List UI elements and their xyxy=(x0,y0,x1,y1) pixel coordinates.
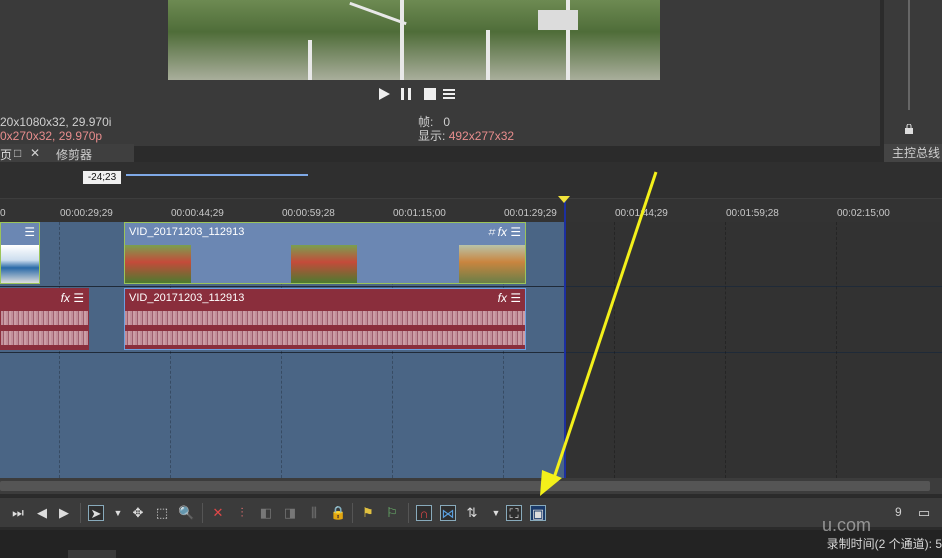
lock-icon[interactable]: 🔒 xyxy=(330,505,346,521)
display-label: 显示: xyxy=(418,129,446,143)
trim-start-icon[interactable]: ◧ xyxy=(258,505,274,521)
selection-tool-icon[interactable]: ⬚ xyxy=(154,505,170,521)
restore-icon[interactable]: □ xyxy=(14,146,21,160)
monitor-icon[interactable]: ▭ xyxy=(916,505,932,521)
go-to-end-icon[interactable]: ⏭ xyxy=(10,505,26,521)
watermark: u.com xyxy=(822,515,872,535)
video-clip-title: VID_20171203_112913 xyxy=(129,226,245,238)
timeline-track-area[interactable] xyxy=(565,222,942,478)
fx-icon[interactable]: fx xyxy=(498,225,507,239)
lock-icon[interactable] xyxy=(904,124,914,134)
clip-toolbar: fx ☰ xyxy=(498,291,521,305)
project-properties: 20x1080x32, 29.970i 0x270x32, 29.970p xyxy=(0,115,111,143)
time-ruler[interactable]: 0 00:00:29;29 00:00:44;29 00:00:59;28 00… xyxy=(0,198,942,222)
clip-menu-icon[interactable]: ☰ xyxy=(24,225,35,239)
playhead-cursor[interactable] xyxy=(564,198,566,478)
next-frame-icon[interactable]: ▶ xyxy=(56,505,72,521)
delete-icon[interactable]: ✕ xyxy=(210,505,226,521)
trim-end-icon[interactable]: ◨ xyxy=(282,505,298,521)
pause-icon[interactable] xyxy=(398,86,414,102)
prev-frame-icon[interactable]: ◀ xyxy=(34,505,50,521)
ruler-tick-label: 00:01:44;29 xyxy=(615,208,668,219)
audio-clip-title: VID_20171203_112913 xyxy=(129,292,245,304)
chevron-down-icon[interactable]: ▼ xyxy=(110,505,126,521)
status-bar xyxy=(0,530,942,558)
video-clip[interactable]: VID_20171203_112913 ⌗ fx ☰ xyxy=(124,222,526,284)
play-icon[interactable] xyxy=(376,86,392,102)
audio-waveform xyxy=(1,331,88,345)
auto-crossfade-icon[interactable]: ⋈ xyxy=(440,505,456,521)
clip-toolbar: fx ☰ xyxy=(61,291,84,305)
audio-waveform xyxy=(1,311,88,325)
clip-toolbar: ⌗ fx ☰ xyxy=(488,225,521,240)
zoom-tool-icon[interactable]: 🔍 xyxy=(178,505,194,521)
video-clip[interactable]: ☰ xyxy=(0,222,40,284)
track-divider xyxy=(0,286,942,287)
tab-partial-glyph: 页 xyxy=(0,148,13,162)
trim-icon[interactable]: ⫶ xyxy=(234,505,250,521)
menu-icon[interactable] xyxy=(442,86,458,102)
scrollbar-thumb[interactable] xyxy=(0,481,930,491)
master-bus-panel xyxy=(884,0,942,146)
clip-menu-icon[interactable]: ☰ xyxy=(73,291,84,305)
frame-label: 帧: xyxy=(418,115,434,129)
stop-icon[interactable] xyxy=(422,86,438,102)
snap-icon[interactable]: ∩ xyxy=(416,505,432,521)
ruler-tick-label: 00:01:15;00 xyxy=(393,208,446,219)
record-time-status: 录制时间(2 个通道): 5 xyxy=(826,537,942,551)
timeline-header xyxy=(0,162,942,198)
clip-menu-icon[interactable]: ☰ xyxy=(510,291,521,305)
fx-icon[interactable]: fx xyxy=(61,291,70,305)
track-divider xyxy=(0,352,942,353)
split-icon[interactable]: ⫼ xyxy=(306,505,322,521)
preview-props-text: 0x270x32, 29.970p xyxy=(0,129,103,143)
close-icon[interactable]: ✕ xyxy=(30,146,40,160)
ripple-edit-icon[interactable]: ⇅ xyxy=(464,505,480,521)
ruler-tick-label: 00:01:29;29 xyxy=(504,208,557,219)
counter-value: 9 xyxy=(895,505,902,519)
ruler-tick-label: 00:01:59;28 xyxy=(726,208,779,219)
project-props-text: 20x1080x32, 29.970i xyxy=(0,115,112,129)
ruler-tick-label: 00:02:15;00 xyxy=(837,208,890,219)
envelope-tool-icon[interactable]: ✥ xyxy=(130,505,146,521)
marker-icon[interactable]: ⚑ xyxy=(360,505,376,521)
playhead-marker[interactable] xyxy=(558,196,570,203)
preview-transport xyxy=(168,82,660,108)
loop-region-bar[interactable] xyxy=(126,174,308,176)
ignore-grouping-icon[interactable]: ▣ xyxy=(530,505,546,521)
audio-clip[interactable]: VID_20171203_112913 fx ☰ xyxy=(124,288,526,350)
clip-menu-icon[interactable]: ☰ xyxy=(510,225,521,239)
frame-info: 帧: 0 显示: 492x277x32 xyxy=(418,115,514,143)
video-preview-frame xyxy=(168,0,660,80)
chevron-down-icon[interactable]: ▼ xyxy=(488,505,504,521)
loop-region-badge: -24;23 xyxy=(83,171,121,184)
master-bus-label: 主控总线 xyxy=(884,144,942,162)
tab-trimmer[interactable]: 修剪器 xyxy=(56,146,92,163)
lock-envelopes-icon[interactable]: ⛶ xyxy=(506,505,522,521)
audio-waveform xyxy=(125,331,525,345)
normal-edit-tool-icon[interactable]: ➤ xyxy=(88,505,104,521)
audio-clip[interactable]: fx ☰ xyxy=(0,288,89,350)
crop-icon[interactable]: ⌗ xyxy=(488,225,495,239)
window-tab-strip: 页 □ ✕ 修剪器 xyxy=(0,144,134,162)
ruler-tick-label: 00:00:59;28 xyxy=(282,208,335,219)
ruler-tick-label: 00:00:29;29 xyxy=(60,208,113,219)
frame-value: 0 xyxy=(443,115,451,129)
ruler-tick-label: 00:00:44;29 xyxy=(171,208,224,219)
fx-icon[interactable]: fx xyxy=(498,291,507,305)
audio-waveform xyxy=(125,311,525,325)
display-value: 492x277x32 xyxy=(448,129,515,143)
region-icon[interactable]: ⚐ xyxy=(384,505,400,521)
